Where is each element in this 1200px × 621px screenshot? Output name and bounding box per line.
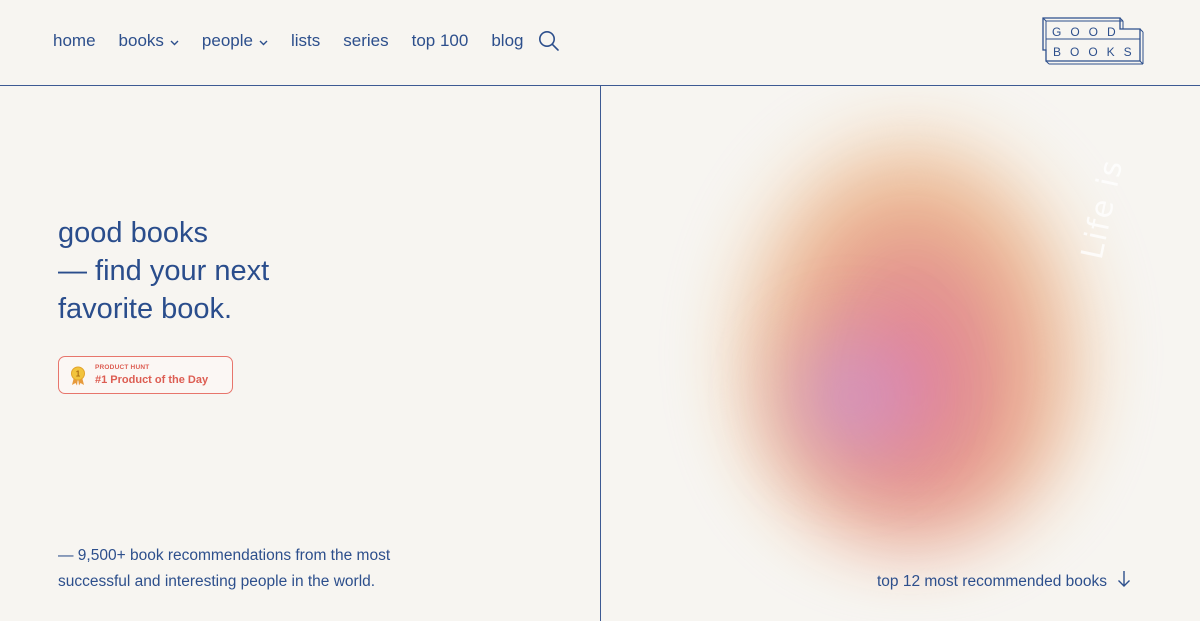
product-hunt-badge[interactable]: 1 PRODUCT HUNT #1 Product of the Day [58,356,233,394]
nav-series[interactable]: series [343,30,388,52]
hero-title-line-2: — find your next [58,255,270,287]
badge-label: #1 Product of the Day [95,374,209,386]
badge-kicker: PRODUCT HUNT [95,364,150,371]
gradient-blob-accent [761,297,941,497]
nav-top-100-label: top 100 [411,31,469,50]
top-12-link[interactable]: top 12 most recommended books [877,570,1131,593]
logo-line-good: GOOD [1052,25,1125,39]
top-12-label: top 12 most recommended books [877,572,1108,590]
nav-top-100[interactable]: top 100 [412,30,469,52]
nav-books-label: books [118,31,164,50]
hero-title: good books — find your next favorite boo… [58,214,538,328]
nav-home-label: home [53,31,96,50]
nav-books[interactable]: books [119,30,179,52]
hero-title-line-1: good books [58,217,208,249]
nav-blog[interactable]: blog [491,30,523,52]
nav-series-label: series [343,31,389,50]
nav-people-label: people [201,31,253,50]
nav-lists[interactable]: lists [291,30,320,52]
logo-line-books: BOOKS [1053,45,1141,59]
chevron-down-icon [170,30,179,52]
search-icon[interactable] [538,30,560,57]
main-nav: home books people lists series top 100 b… [53,30,546,52]
nav-blog-label: blog [491,31,524,50]
arrow-down-icon [1117,570,1131,593]
nav-people[interactable]: people [202,30,268,52]
hero-title-line-3: favorite book. [58,293,233,325]
nav-lists-label: lists [290,31,321,50]
site-header: home books people lists series top 100 b… [0,0,1200,86]
medal-icon: 1 [69,366,87,391]
site-logo[interactable]: GOOD BOOKS [1040,17,1146,65]
svg-text:1: 1 [76,370,81,379]
hero-subtitle: — 9,500+ book recommendations from the m… [58,547,391,590]
nav-home[interactable]: home [53,30,96,52]
chevron-down-icon [259,30,268,52]
